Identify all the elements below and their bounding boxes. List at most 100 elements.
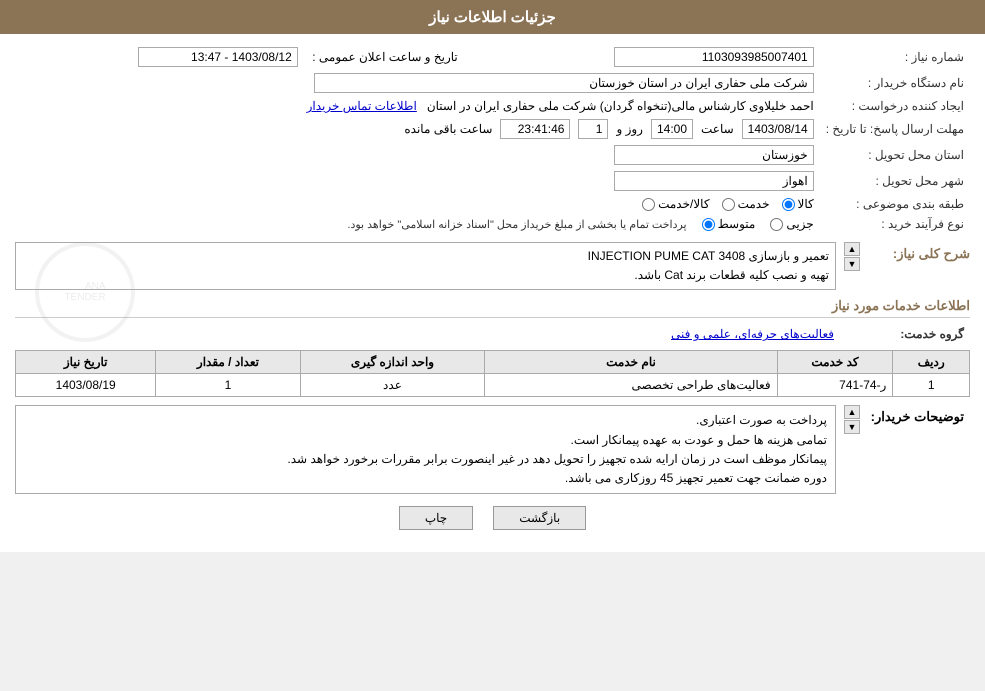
category-kala-label: کالا (798, 197, 814, 211)
col-date: تاریخ نیاز (16, 351, 156, 374)
description-with-scroll: ▲ ▼ تعمیر و بازسازی INJECTION PUME CAT 3… (15, 242, 860, 290)
category-kala-khedmat-radio[interactable] (642, 198, 655, 211)
requester-text: احمد خلیلاوی کارشناس مالی(تنخواه گردان) … (427, 99, 814, 113)
notes-line-2: تمامی هزینه ها حمل و عودت به عهده پیمانک… (24, 431, 827, 450)
description-scrollbar: ▲ ▼ (844, 242, 860, 271)
table-row: 1 ر-74-741 فعالیت‌های طراحی تخصصی عدد 1 … (16, 374, 970, 397)
category-value: کالا خدمت کالا/خدمت (15, 194, 820, 214)
services-table-header-row: ردیف کد خدمت نام خدمت واحد اندازه گیری ت… (16, 351, 970, 374)
qty-1: 1 (156, 374, 300, 397)
announce-date-field: 1403/08/12 - 13:47 (138, 47, 298, 67)
deadline-row: مهلت ارسال پاسخ: تا تاریخ : 1403/08/14 س… (15, 116, 970, 142)
process-mottavasset-label: متوسط (718, 217, 756, 231)
need-number-field: 1103093985007401 (614, 47, 814, 67)
city-row: شهر محل تحویل : اهواز (15, 168, 970, 194)
buyer-org-label: نام دستگاه خریدار : (820, 70, 970, 96)
col-row-num: ردیف (893, 351, 970, 374)
notes-section: توضیحات خریدار: ▲ ▼ پرداخت به صورت اعتبا… (15, 405, 970, 494)
process-options-row: جزیی متوسط پرداخت تمام یا بخشی از مبلغ خ… (21, 217, 814, 231)
action-buttons: بازگشت چاپ (15, 506, 970, 530)
province-label: استان محل تحویل : (820, 142, 970, 168)
province-field: خوزستان (614, 145, 814, 165)
services-section-title: اطلاعات خدمات مورد نیاز (15, 298, 970, 318)
page-title: جزئیات اطلاعات نیاز (429, 9, 556, 26)
print-button[interactable]: چاپ (399, 506, 473, 530)
process-mottavasset-radio[interactable] (702, 218, 715, 231)
deadline-value: 1403/08/14 ساعت 14:00 روز و 1 23:41:46 س… (15, 116, 820, 142)
process-row: نوع فرآیند خرید : جزیی متوسط پرداخت تمام… (15, 214, 970, 234)
service-name-1: فعالیت‌های طراحی تخصصی (485, 374, 777, 397)
service-group-link[interactable]: فعالیت‌های حرفه‌ای، علمی و فنی (671, 327, 834, 341)
category-kala-khedmat-label: کالا/خدمت (658, 197, 709, 211)
service-group-value: فعالیت‌های حرفه‌ای، علمی و فنی (15, 324, 840, 344)
deadline-date: 1403/08/14 (742, 119, 814, 139)
requester-row: ایجاد کننده درخواست : احمد خلیلاوی کارشن… (15, 96, 970, 116)
need-number-row: شماره نیاز : 1103093985007401 تاریخ و سا… (15, 44, 970, 70)
category-kala-radio[interactable] (782, 198, 795, 211)
notes-scrollbar: ▲ ▼ (844, 405, 860, 434)
notes-line-3: پیمانکار موظف است در زمان ارایه شده تجهی… (24, 450, 827, 469)
category-radio-group: کالا خدمت کالا/خدمت (642, 197, 814, 211)
description-section-label: شرح کلی نیاز: (860, 242, 970, 290)
category-option-kala-khedmat: کالا/خدمت (642, 197, 709, 211)
service-group-table: گروه خدمت: فعالیت‌های حرفه‌ای، علمی و فن… (15, 324, 970, 344)
deadline-remaining: 23:41:46 (500, 119, 570, 139)
date-1: 1403/08/19 (16, 374, 156, 397)
process-mottavasset: متوسط (702, 217, 756, 231)
services-table: ردیف کد خدمت نام خدمت واحد اندازه گیری ت… (15, 350, 970, 397)
requester-link[interactable]: اطلاعات تماس خریدار (307, 99, 417, 113)
announce-date-label: تاریخ و ساعت اعلان عمومی : (304, 44, 464, 70)
process-jozi-radio[interactable] (770, 218, 783, 231)
notes-line-4: دوره ضمانت جهت تعمیر تجهیز 45 روزکاری می… (24, 469, 827, 488)
category-khedmat-radio[interactable] (722, 198, 735, 211)
services-table-head: ردیف کد خدمت نام خدمت واحد اندازه گیری ت… (16, 351, 970, 374)
page-container: جزئیات اطلاعات نیاز شماره نیاز : 1103093… (0, 0, 985, 552)
info-table-top: شماره نیاز : 1103093985007401 تاریخ و سا… (15, 44, 970, 234)
notes-scroll-up[interactable]: ▲ (844, 405, 860, 419)
description-line-1: تعمیر و بازسازی INJECTION PUME CAT 3408 (22, 247, 829, 266)
buyer-org-value: شرکت ملی حفاری ایران در استان خوزستان (15, 70, 820, 96)
buyer-org-field: شرکت ملی حفاری ایران در استان خوزستان (314, 73, 814, 93)
deadline-label: مهلت ارسال پاسخ: تا تاریخ : (820, 116, 970, 142)
notes-text-box: پرداخت به صورت اعتباری. تمامی هزینه ها ح… (15, 405, 836, 494)
col-service-code: کد خدمت (777, 351, 893, 374)
scroll-up-btn[interactable]: ▲ (844, 242, 860, 256)
buyer-org-row: نام دستگاه خریدار : شرکت ملی حفاری ایران… (15, 70, 970, 96)
back-button[interactable]: بازگشت (493, 506, 586, 530)
process-value: جزیی متوسط پرداخت تمام یا بخشی از مبلغ خ… (15, 214, 820, 234)
requester-value: احمد خلیلاوی کارشناس مالی(تنخواه گردان) … (15, 96, 820, 116)
process-note: پرداخت تمام یا بخشی از مبلغ خریداز محل "… (347, 218, 686, 231)
service-code-1: ر-74-741 (777, 374, 893, 397)
notes-with-scroll: ▲ ▼ پرداخت به صورت اعتباری. تمامی هزینه … (15, 405, 860, 494)
need-number-label: شماره نیاز : (820, 44, 970, 70)
deadline-time: 14:00 (651, 119, 693, 139)
need-number-value: 1103093985007401 (464, 44, 820, 70)
category-label: طبقه بندی موضوعی : (820, 194, 970, 214)
col-unit: واحد اندازه گیری (300, 351, 485, 374)
service-group-row: گروه خدمت: فعالیت‌های حرفه‌ای، علمی و فن… (15, 324, 970, 344)
notes-scroll-down[interactable]: ▼ (844, 420, 860, 434)
deadline-days-label: روز و (616, 122, 643, 136)
scroll-down-btn[interactable]: ▼ (844, 257, 860, 271)
city-value: اهواز (15, 168, 820, 194)
requester-label: ایجاد کننده درخواست : (820, 96, 970, 116)
services-table-body: 1 ر-74-741 فعالیت‌های طراحی تخصصی عدد 1 … (16, 374, 970, 397)
category-khedmat-label: خدمت (738, 197, 770, 211)
province-value: خوزستان (15, 142, 820, 168)
deadline-days: 1 (578, 119, 608, 139)
announce-date-value: 1403/08/12 - 13:47 (15, 44, 304, 70)
row-num-1: 1 (893, 374, 970, 397)
page-header: جزئیات اطلاعات نیاز (0, 0, 985, 34)
category-option-kala: کالا (782, 197, 814, 211)
description-content: ANATENDER ▲ ▼ تعمیر و بازسازی INJECTION … (15, 242, 860, 290)
city-field: اهواز (614, 171, 814, 191)
description-section: شرح کلی نیاز: ANATENDER ▲ ▼ تعمیر و بازس… (15, 242, 970, 290)
deadline-remaining-label: ساعت باقی مانده (404, 122, 492, 136)
process-jozi: جزیی (770, 217, 813, 231)
notes-label: توضیحات خریدار: (860, 405, 970, 494)
description-text-box: تعمیر و بازسازی INJECTION PUME CAT 3408 … (15, 242, 836, 290)
content-area: شماره نیاز : 1103093985007401 تاریخ و سا… (0, 34, 985, 552)
col-service-name: نام خدمت (485, 351, 777, 374)
deadline-time-label: ساعت (701, 122, 734, 136)
category-option-khedmat: خدمت (722, 197, 770, 211)
